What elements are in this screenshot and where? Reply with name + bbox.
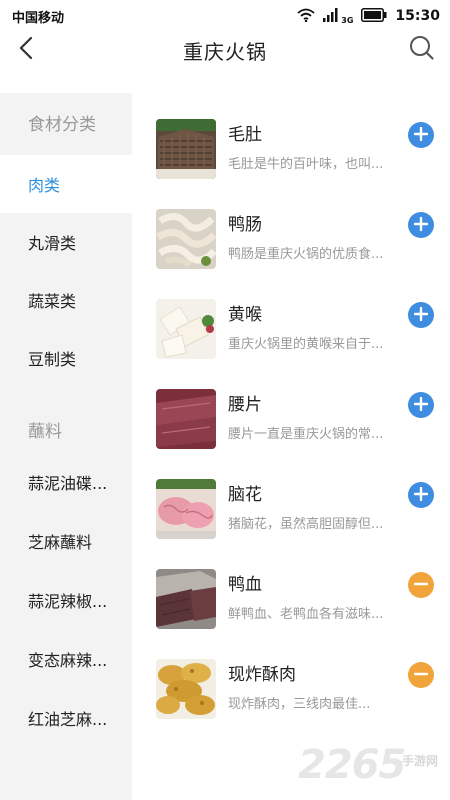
- sidebar-item-label: 食材分类: [28, 114, 96, 135]
- list-item-duck-intestine[interactable]: 鸭肠 鸭肠是重庆火锅的优质食...: [140, 205, 450, 281]
- sidebar-item-balls[interactable]: 丸滑类: [0, 213, 132, 271]
- food-name: 鸭肠: [228, 215, 262, 235]
- status-bar: 中国移动 3G 15:30: [0, 0, 450, 32]
- aorta-image: [156, 299, 216, 359]
- remove-button[interactable]: [408, 662, 434, 688]
- plus-icon: [413, 396, 429, 415]
- food-description: 重庆火锅里的黄喉来自于...: [228, 337, 384, 352]
- search-icon: [409, 35, 435, 65]
- add-button[interactable]: [408, 122, 434, 148]
- food-name: 毛肚: [228, 125, 262, 145]
- sidebar-item-label: 变态麻辣...: [28, 651, 108, 670]
- plus-icon: [413, 306, 429, 325]
- watermark-number: 2265: [298, 742, 406, 788]
- tripe-image: [156, 119, 216, 179]
- food-description: 鲜鸭血、老鸭血各有滋味...: [228, 607, 384, 622]
- list-item-tripe[interactable]: 毛肚 毛肚是牛的百叶味，也叫...: [140, 115, 450, 191]
- sidebar-item-label: 丸滑类: [28, 234, 77, 253]
- duck-intestine-image: [156, 209, 216, 269]
- sidebar-item-tofu[interactable]: 豆制类: [0, 329, 132, 387]
- sidebar-item-chili-oil-sesame-dip[interactable]: 红油芝麻...: [0, 689, 132, 747]
- wifi-icon: [297, 7, 315, 26]
- top-bar: 重庆火锅: [0, 32, 450, 70]
- remove-button[interactable]: [408, 572, 434, 598]
- sidebar-header-ingredients: 食材分类: [0, 93, 132, 151]
- status-icons: 3G 15:30: [297, 6, 440, 26]
- sidebar-item-label: 芝麻蘸料: [28, 533, 93, 552]
- food-name: 现炸酥肉: [228, 665, 296, 685]
- sidebar-item-extreme-spicy-dip[interactable]: 变态麻辣...: [0, 630, 132, 688]
- add-button[interactable]: [408, 302, 434, 328]
- food-description: 腰片一直是重庆火锅的常...: [228, 427, 384, 442]
- food-description: 猪脑花，虽然高胆固醇但...: [228, 517, 384, 532]
- list-item-fried-crispy-pork[interactable]: 现炸酥肉 现炸酥肉，三线肉最佳...: [140, 655, 450, 731]
- add-button[interactable]: [408, 212, 434, 238]
- food-description: 现炸酥肉，三线肉最佳...: [228, 697, 371, 712]
- watermark-text: 手游网: [402, 754, 439, 768]
- sidebar-item-garlic-chili-dip[interactable]: 蒜泥辣椒...: [0, 571, 132, 629]
- food-name: 腰片: [228, 395, 262, 415]
- food-name: 脑花: [228, 485, 262, 505]
- sidebar-item-vegetables[interactable]: 蔬菜类: [0, 271, 132, 329]
- sidebar-item-label: 蒜泥辣椒...: [28, 592, 108, 611]
- sidebar-item-sesame-dip[interactable]: 芝麻蘸料: [0, 512, 132, 570]
- watermark-logo: 2265 手游网: [298, 742, 446, 792]
- sidebar-header-dips: 蘸料: [0, 400, 132, 458]
- signal-icon: [323, 7, 339, 26]
- battery-icon: [361, 7, 387, 26]
- sidebar-item-label: 红油芝麻...: [28, 710, 108, 729]
- minus-icon: [413, 576, 429, 595]
- list-item-pig-brain[interactable]: 脑花 猪脑花，虽然高胆固醇但...: [140, 475, 450, 551]
- sidebar-item-label: 蘸料: [28, 421, 62, 442]
- carrier-label: 中国移动: [12, 11, 65, 26]
- network-type: 3G: [341, 15, 354, 25]
- pig-brain-image: [156, 479, 216, 539]
- food-description: 毛肚是牛的百叶味，也叫...: [228, 157, 384, 172]
- list-item-aorta[interactable]: 黄喉 重庆火锅里的黄喉来自于...: [140, 295, 450, 371]
- sidebar-item-label: 肉类: [28, 176, 61, 195]
- kidney-slices-image: [156, 389, 216, 449]
- food-name: 鸭血: [228, 575, 262, 595]
- page-title: 重庆火锅: [183, 40, 267, 64]
- plus-icon: [413, 126, 429, 145]
- sidebar-item-meat[interactable]: 肉类: [0, 155, 132, 213]
- sidebar-item-label: 蔬菜类: [28, 292, 77, 311]
- food-name: 黄喉: [228, 305, 262, 325]
- plus-icon: [413, 486, 429, 505]
- add-button[interactable]: [408, 482, 434, 508]
- sidebar-item-label: 豆制类: [28, 350, 77, 369]
- plus-icon: [413, 216, 429, 235]
- sidebar-item-label: 蒜泥油碟...: [28, 474, 108, 493]
- category-sidebar: 食材分类 肉类 丸滑类 蔬菜类 豆制类 蘸料 蒜泥油碟... 芝麻蘸料 蒜泥辣椒…: [0, 93, 132, 800]
- list-item-kidney-slices[interactable]: 腰片 腰片一直是重庆火锅的常...: [140, 385, 450, 461]
- add-button[interactable]: [408, 392, 434, 418]
- status-time: 15:30: [395, 8, 440, 24]
- fried-crispy-pork-image: [156, 659, 216, 719]
- food-description: 鸭肠是重庆火锅的优质食...: [228, 247, 384, 262]
- search-button[interactable]: [408, 36, 436, 64]
- sidebar-item-garlic-oil-dip[interactable]: 蒜泥油碟...: [0, 453, 132, 511]
- minus-icon: [413, 666, 429, 685]
- duck-blood-image: [156, 569, 216, 629]
- list-item-duck-blood[interactable]: 鸭血 鲜鸭血、老鸭血各有滋味...: [140, 565, 450, 641]
